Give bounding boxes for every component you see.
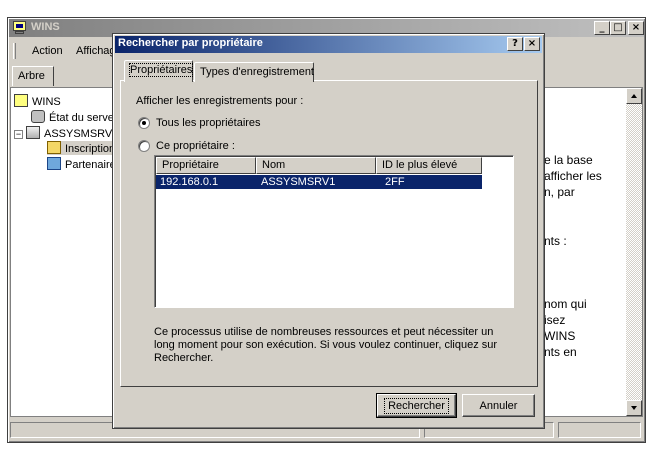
tab-types-enregistrement[interactable]: Types d'enregistrement (194, 62, 314, 82)
status-cell (558, 422, 641, 438)
database-icon (31, 110, 45, 123)
dialog-close-button[interactable]: × (524, 37, 540, 51)
details-text-line: afficher les (544, 169, 602, 183)
tab-arbre[interactable]: Arbre (12, 66, 54, 86)
radio-all-owners-label[interactable]: Tous les propriétaires (156, 117, 261, 129)
tree-item-wins[interactable]: WINS (14, 94, 61, 108)
cell-owner: 192.168.0.1 (160, 176, 219, 188)
server-icon (26, 126, 40, 139)
show-records-label: Afficher les enregistrements pour : (136, 95, 304, 107)
menu-action[interactable]: Action (32, 45, 63, 57)
dialog-title-bar[interactable]: Rechercher par propriétaire ? × (115, 36, 542, 53)
radio-all-owners[interactable] (138, 117, 150, 129)
details-text-line: WINS (544, 329, 576, 343)
radio-this-owner-label[interactable]: Ce propriétaire : (156, 140, 235, 152)
column-name-label: Nom (262, 159, 286, 171)
details-text-line: nts : (544, 234, 567, 248)
tab-types-label: Types d'enregistrement (200, 66, 314, 78)
details-text-line: n, par (544, 185, 575, 199)
tree-label-server: ASSYSMSRV1 (44, 128, 119, 140)
wins-icon (14, 94, 28, 107)
warning-note: Ce processus utilise de nombreuses resso… (154, 326, 498, 364)
minimize-button[interactable]: _ (594, 21, 610, 35)
cell-highest-id: 2FF (385, 176, 405, 188)
menu-grip (13, 43, 16, 59)
search-button-label: Rechercher (384, 397, 449, 414)
dialog-title: Rechercher par propriétaire (118, 37, 263, 49)
column-header-highest-id[interactable]: ID le plus élevé (376, 157, 482, 174)
column-id-label: ID le plus élevé (382, 159, 458, 171)
wins-app-icon (12, 21, 28, 35)
cell-name: ASSYSMSRV1 (261, 176, 336, 188)
scroll-down-button[interactable] (626, 400, 642, 416)
tree-label-wins: WINS (32, 96, 61, 108)
details-text-line: nts en (544, 345, 577, 359)
tab-proprietaires[interactable]: Propriétaires (124, 60, 194, 82)
details-text-line: e la base (544, 153, 593, 167)
tree-item-server[interactable]: − ASSYSMSRV1 (14, 126, 118, 140)
details-text-line: isez (544, 313, 566, 327)
main-close-button[interactable]: × (628, 21, 644, 35)
details-text-line: nom qui (544, 297, 587, 311)
tab-arbre-label: Arbre (18, 70, 45, 82)
column-header-owner[interactable]: Propriétaire (156, 157, 256, 174)
radio-this-owner[interactable] (138, 140, 150, 152)
folder-icon (47, 141, 61, 154)
collapse-icon[interactable]: − (14, 130, 23, 139)
maximize-button[interactable]: □ (610, 21, 626, 35)
vertical-scrollbar[interactable] (626, 88, 642, 416)
scroll-up-button[interactable] (626, 88, 642, 104)
tree-item-server-status[interactable]: État du serveur (31, 110, 124, 124)
tree-pane: WINS État du serveur − ASSYSMSRV1 Inscrip… (10, 87, 190, 417)
help-button[interactable]: ? (507, 37, 523, 51)
main-window-title: WINS (31, 21, 60, 33)
tab-proprietaires-label: Propriétaires (128, 63, 194, 77)
cancel-button[interactable]: Annuler (462, 394, 535, 417)
search-button[interactable]: Rechercher (376, 393, 457, 418)
column-owner-label: Propriétaire (162, 159, 219, 171)
partners-icon (47, 157, 61, 170)
column-header-name[interactable]: Nom (256, 157, 376, 174)
